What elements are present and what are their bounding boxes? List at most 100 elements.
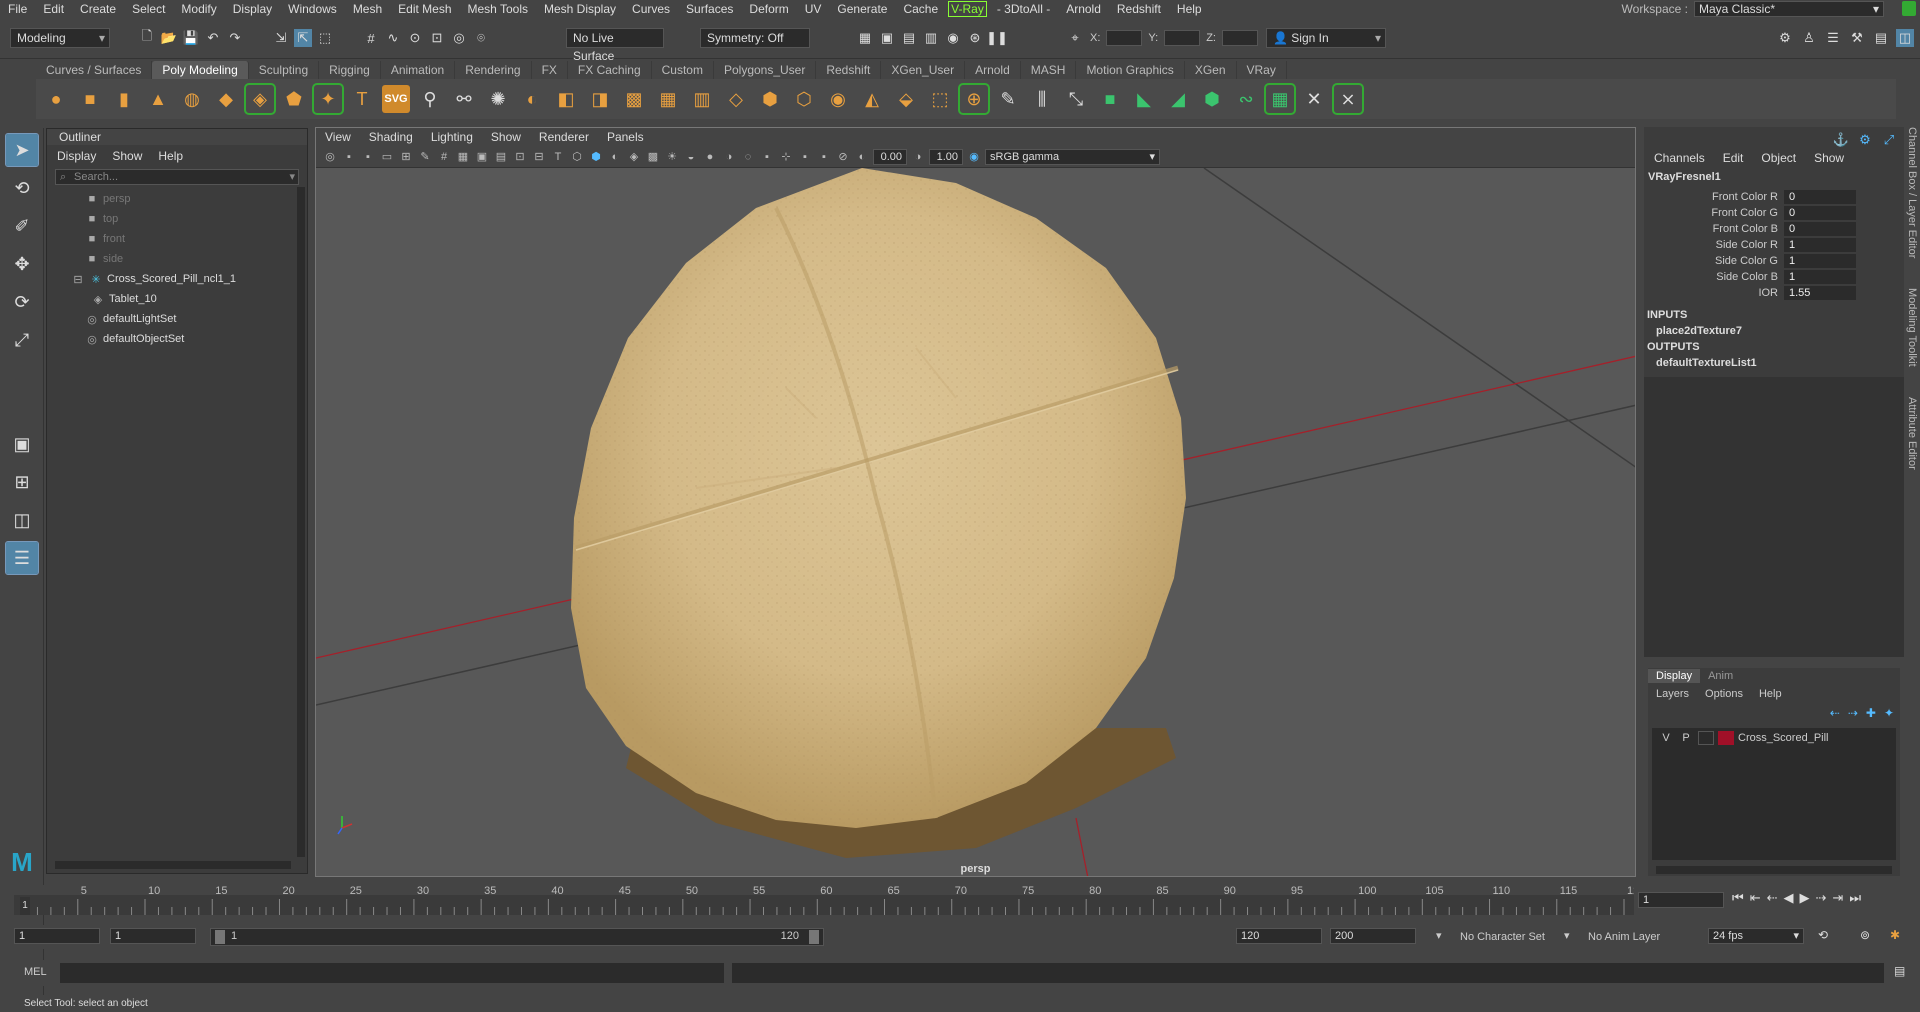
attribute-icon[interactable]: ⚙	[1856, 131, 1874, 149]
sign-in-button[interactable]: 👤 Sign In ▾	[1266, 28, 1386, 48]
uv-cut-icon[interactable]: ✕	[1300, 85, 1328, 113]
shelf-tab-rendering[interactable]: Rendering	[455, 61, 532, 79]
range-slider[interactable]: 1 120	[210, 928, 824, 946]
channel-value[interactable]: 0	[1784, 190, 1856, 204]
menu-mesh[interactable]: Mesh	[345, 2, 390, 16]
render-icon[interactable]: ▣	[878, 29, 896, 47]
layer-menu-help[interactable]: Help	[1759, 688, 1782, 700]
reduce-icon[interactable]: ◇	[722, 85, 750, 113]
outliner-menu-show[interactable]: Show	[112, 149, 142, 163]
snap-grid-icon[interactable]: #	[362, 29, 380, 47]
new-layer-icon[interactable]: ✚	[1866, 706, 1876, 720]
channel-value[interactable]: 0	[1784, 222, 1856, 236]
go-to-start-icon[interactable]: ⏮	[1732, 890, 1744, 906]
shelf-tab-sculpting[interactable]: Sculpting	[249, 61, 320, 79]
poly-sphere-icon[interactable]: ●	[42, 85, 70, 113]
channel-box-icon[interactable]: ▤	[1872, 29, 1890, 47]
outliner-menu-display[interactable]: Display	[57, 149, 96, 163]
outliner-item-lightset[interactable]: ◎ defaultLightSet	[53, 309, 307, 329]
poly-cylinder-icon[interactable]: ▮	[110, 85, 138, 113]
viewport-menu-renderer[interactable]: Renderer	[530, 128, 598, 146]
collapse-icon[interactable]: ⊟	[71, 273, 85, 286]
current-frame-field[interactable]: 1	[1638, 892, 1724, 908]
shelf-tab-fx[interactable]: FX	[532, 61, 568, 79]
uv-spherical-icon[interactable]: ◢	[1164, 85, 1192, 113]
outliner-hscrollbar[interactable]	[55, 861, 291, 869]
shelf-tab-rigging[interactable]: Rigging	[319, 61, 381, 79]
menu-display[interactable]: Display	[225, 2, 280, 16]
outliner-item-top[interactable]: ■ top	[53, 209, 307, 229]
bookmark-icon[interactable]: ▪	[360, 149, 376, 165]
playback-start-field[interactable]: 1	[110, 928, 196, 944]
particles-icon[interactable]: ✺	[484, 85, 512, 113]
step-forward-key-icon[interactable]: ⇥	[1832, 890, 1843, 906]
menuset-dropdown[interactable]: Modeling ▾	[10, 28, 110, 48]
x-field[interactable]	[1106, 30, 1143, 46]
tab-modeling-toolkit[interactable]: Modeling Toolkit	[1906, 288, 1918, 367]
shadows-icon[interactable]: ◒	[683, 149, 699, 165]
uv-cylindrical-icon[interactable]: ◣	[1130, 85, 1158, 113]
uv-unfold-icon[interactable]: ∾	[1232, 85, 1260, 113]
hypershade-icon[interactable]: ◉	[944, 29, 962, 47]
combine-icon[interactable]: ◐	[518, 85, 546, 113]
undo-icon[interactable]: ↶	[204, 29, 222, 47]
channel-row[interactable]: Front Color G 0	[1644, 205, 1904, 221]
viewport-menu-view[interactable]: View	[316, 128, 360, 146]
smooth-shade-icon[interactable]: ⬢	[588, 149, 604, 165]
channel-row[interactable]: Side Color B 1	[1644, 269, 1904, 285]
poly-plane-icon[interactable]: ◆	[212, 85, 240, 113]
menu-cache[interactable]: Cache	[895, 2, 946, 16]
channel-value[interactable]: 1.55	[1784, 286, 1856, 300]
outliner-item-tablet[interactable]: ◈ Tablet_10	[53, 289, 307, 309]
color-space-dropdown[interactable]: sRGB gamma ▾	[985, 148, 1160, 165]
uv-planar-icon[interactable]: ■	[1096, 85, 1124, 113]
select-tool-icon[interactable]: ➤	[5, 133, 39, 167]
safe-action-icon[interactable]: ⊟	[531, 149, 547, 165]
extract-icon[interactable]: ◨	[586, 85, 614, 113]
time-slider-ruler[interactable]: 5 10 15 20 25 30 35 40 45 50 55 60 65 70 75 80 85 90 95 100…	[14, 885, 1645, 915]
film-gate-icon[interactable]: ▦	[455, 149, 471, 165]
menu-file[interactable]: File	[0, 2, 35, 16]
open-scene-icon[interactable]: 📂	[160, 29, 178, 47]
lights-icon[interactable]: ☀	[664, 149, 680, 165]
mirror-icon[interactable]: ▥	[688, 85, 716, 113]
snap-live-icon[interactable]: ⌾	[472, 29, 490, 47]
input-node[interactable]: place2dTexture7	[1644, 323, 1904, 339]
render-view-icon[interactable]: ▦	[856, 29, 874, 47]
channel-icon[interactable]: ⚓	[1832, 131, 1850, 149]
xray-icon[interactable]: ▪	[797, 149, 813, 165]
layer-tab-display[interactable]: Display	[1648, 669, 1701, 683]
outliner-scrollbar[interactable]	[297, 187, 305, 857]
uv-sew-icon[interactable]: ⨯	[1332, 83, 1364, 115]
step-back-frame-icon[interactable]: ⇠	[1767, 890, 1778, 906]
character-controls-icon[interactable]: ♙	[1800, 29, 1818, 47]
xray-joints-icon[interactable]: ▪	[816, 149, 832, 165]
vray-render-icon[interactable]: ⊛	[966, 29, 984, 47]
move-layer-down-icon[interactable]: ⇢	[1848, 706, 1858, 720]
character-set-dropdown[interactable]: No Character Set	[1460, 931, 1545, 943]
anti-aliasing-icon[interactable]: ◌	[740, 149, 756, 165]
select-object-icon[interactable]: ⇱	[294, 29, 312, 47]
modeling-toolkit-icon[interactable]: ⚙	[1776, 29, 1794, 47]
layer-name[interactable]: Cross_Scored_Pill	[1738, 732, 1828, 744]
retopo-icon[interactable]: ⬡	[790, 85, 818, 113]
gamma-field[interactable]: 1.00	[929, 148, 963, 165]
outliner-search-input[interactable]: ⌕ Search... ▾	[55, 169, 299, 185]
paint-select-icon[interactable]: ✐	[6, 210, 38, 242]
poly-cube-icon[interactable]: ■	[76, 85, 104, 113]
default-material-icon[interactable]: ◐	[607, 149, 623, 165]
move-layer-up-icon[interactable]: ⇠	[1830, 706, 1840, 720]
poly-torus-icon[interactable]: ◍	[178, 85, 206, 113]
command-input[interactable]	[60, 963, 724, 983]
layer-color-swatch[interactable]	[1718, 731, 1734, 745]
textured-icon[interactable]: ▩	[645, 149, 661, 165]
separate-icon[interactable]: ◧	[552, 85, 580, 113]
step-forward-frame-icon[interactable]: ⇢	[1816, 890, 1827, 906]
menu-3dtoall[interactable]: - 3DtoAll -	[989, 2, 1058, 16]
shelf-tab-arnold[interactable]: Arnold	[965, 61, 1021, 79]
step-back-key-icon[interactable]: ⇤	[1750, 890, 1761, 906]
lasso-tool-icon[interactable]: ⟲	[6, 172, 38, 204]
smooth-icon[interactable]: ▩	[620, 85, 648, 113]
viewport-panel[interactable]: View Shading Lighting Show Renderer Pane…	[315, 127, 1636, 877]
channel-value[interactable]: 0	[1784, 206, 1856, 220]
